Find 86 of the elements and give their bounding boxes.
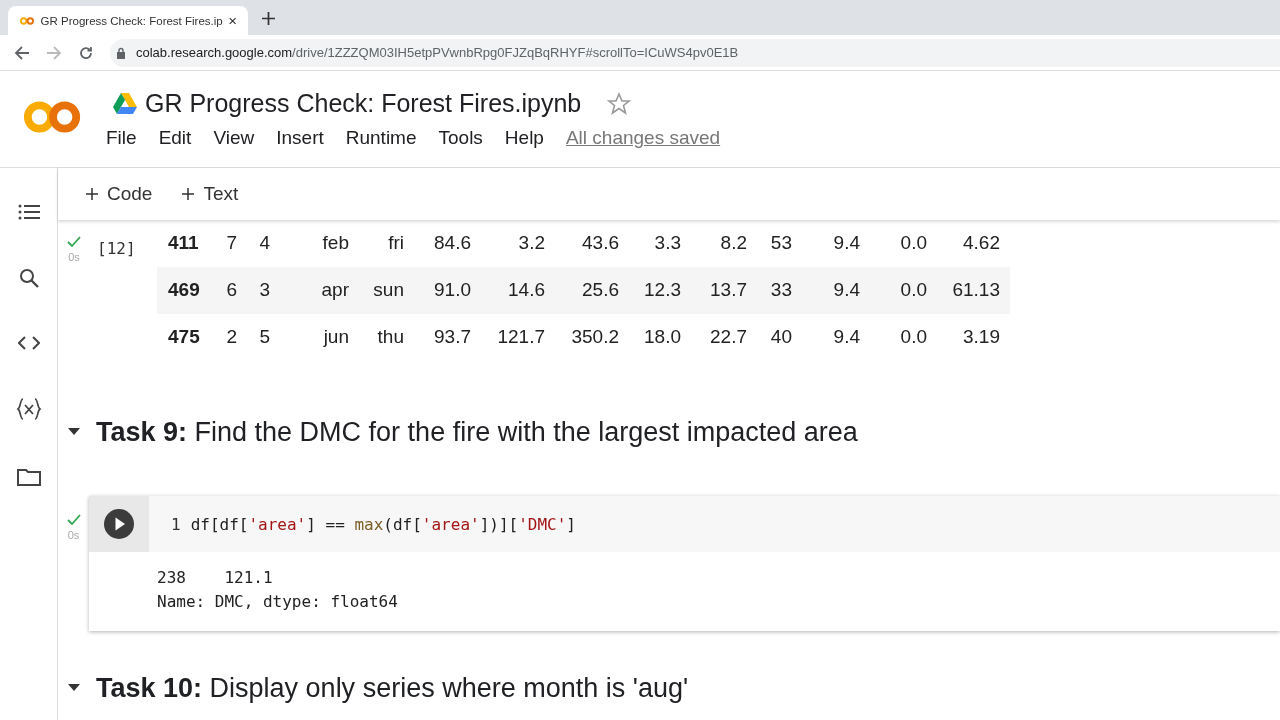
plus-icon: [182, 187, 195, 200]
table-cell-text: 84.6: [433, 232, 471, 255]
colab-logo-icon: [20, 14, 35, 27]
search-icon[interactable]: [18, 268, 39, 288]
table-cell-text: 43.6: [581, 232, 619, 255]
menu-item[interactable]: File: [106, 127, 145, 149]
table-cell-text: 7: [225, 232, 237, 255]
table-cell-text: 469: [167, 279, 201, 302]
menu-item[interactable]: Insert: [268, 127, 332, 149]
line-number: 1: [171, 514, 181, 534]
table-cell-text: 14.6: [507, 279, 545, 302]
variables-icon[interactable]: [15, 398, 42, 420]
run-time: 0s: [68, 250, 80, 263]
table-cell-text: 8.2: [719, 232, 747, 255]
table-cell-text: jun: [322, 326, 349, 349]
tab-title: GR Progress Check: Forest Fires.ip: [40, 14, 223, 27]
table-cell-text: 3.3: [653, 232, 681, 255]
table-cell-text: 33: [769, 279, 792, 302]
table-cell-text: 3: [258, 279, 270, 302]
check-icon: [66, 514, 81, 526]
address-field[interactable]: colab.research.google.com/drive/1ZZZQM03IH5etpPVwnbRpg0FJZqBqRHYF#scrollTo=ICuWS4pv0E1B: [110, 38, 1280, 67]
table-cell-text: 6: [225, 279, 237, 302]
table-cell-text: feb: [321, 232, 349, 255]
table-cell-text: 9.4: [832, 232, 860, 255]
execution-count: [12]: [97, 238, 136, 260]
table-cell-text: 121.7: [496, 326, 545, 349]
output-line: Name: DMC, dtype: float64: [157, 592, 399, 612]
table-of-contents-icon[interactable]: [17, 204, 40, 220]
check-icon: [67, 235, 81, 247]
table-cell-text: 91.0: [433, 279, 471, 302]
menu-item[interactable]: Runtime: [337, 127, 425, 149]
table-cell-text: 475: [167, 326, 201, 349]
table-cell-text: 22.7: [709, 326, 747, 349]
table-cell-text: 3.2: [517, 232, 545, 255]
section-title: Task 10: Display only series where month is 'aug': [96, 672, 689, 704]
add-cell-button[interactable]: Code: [80, 178, 159, 209]
table-cell-text: 40: [769, 326, 792, 349]
table-cell-text: 3.19: [962, 326, 1000, 349]
add-cell-button[interactable]: Text: [176, 178, 245, 209]
code-line: df[df['area'] == max(df['area'])]['DMC']: [190, 514, 576, 534]
close-icon[interactable]: [228, 15, 236, 26]
table-cell-text: 0.0: [899, 232, 927, 255]
browser-tab[interactable]: GR Progress Check: Forest Fires.ip: [8, 6, 248, 35]
table-cell-text: 25.6: [581, 279, 619, 302]
folder-icon[interactable]: [16, 468, 41, 486]
table-cell-text: 12.3: [643, 279, 681, 302]
table-cell-text: 9.4: [832, 279, 860, 302]
caret-icon[interactable]: [68, 428, 80, 437]
caret-icon[interactable]: [68, 684, 80, 693]
table-cell-text: 2: [225, 326, 237, 349]
section-title: Task 9: Find the DMC for the fire with the largest impacted area: [96, 416, 858, 448]
table-cell-text: 18.0: [643, 326, 681, 349]
code-editor[interactable]: 1 df[df['area'] == max(df['area'])]['DMC']: [149, 496, 1280, 553]
table-cell-text: 350.2: [570, 326, 619, 349]
table-cell-text: 0.0: [899, 326, 927, 349]
table-cell-text: 13.7: [709, 279, 747, 302]
table-cell-text: 411: [167, 232, 200, 255]
notebook-title[interactable]: GR Progress Check: Forest Fires.ipynb: [145, 89, 582, 118]
table-cell-text: 53: [769, 232, 792, 255]
run-time: 0s: [67, 529, 80, 542]
back-icon[interactable]: [14, 44, 30, 61]
menu-item[interactable]: Help: [496, 127, 552, 149]
table-cell-text: fri: [387, 232, 404, 255]
table-cell-text: sun: [372, 279, 404, 302]
table-cell-text: apr: [320, 279, 349, 302]
save-status-link[interactable]: All changes saved: [557, 127, 729, 149]
table-cell-text: 4.62: [962, 232, 1000, 255]
plus-icon: [86, 187, 98, 200]
table-cell-text: 93.7: [433, 326, 471, 349]
menu-item[interactable]: Edit: [150, 127, 200, 149]
star-icon[interactable]: [607, 91, 632, 116]
menu-item[interactable]: View: [205, 127, 263, 149]
table-cell-text: 0.0: [899, 279, 927, 302]
table-cell-text: thu: [376, 326, 404, 349]
table-cell-text: 4: [258, 232, 270, 255]
output-line: 238 121.1: [157, 568, 274, 588]
table-cell-text: 9.4: [832, 326, 860, 349]
new-tab-icon[interactable]: [262, 12, 275, 25]
reload-icon[interactable]: [78, 44, 94, 61]
table-cell-text: 61.13: [951, 279, 1000, 302]
table-cell-text: 5: [258, 326, 270, 349]
lock-icon: [116, 46, 126, 59]
drive-icon[interactable]: [113, 93, 137, 114]
menu-item[interactable]: Tools: [430, 127, 491, 149]
run-button[interactable]: [104, 509, 134, 540]
code-icon[interactable]: [17, 336, 40, 350]
